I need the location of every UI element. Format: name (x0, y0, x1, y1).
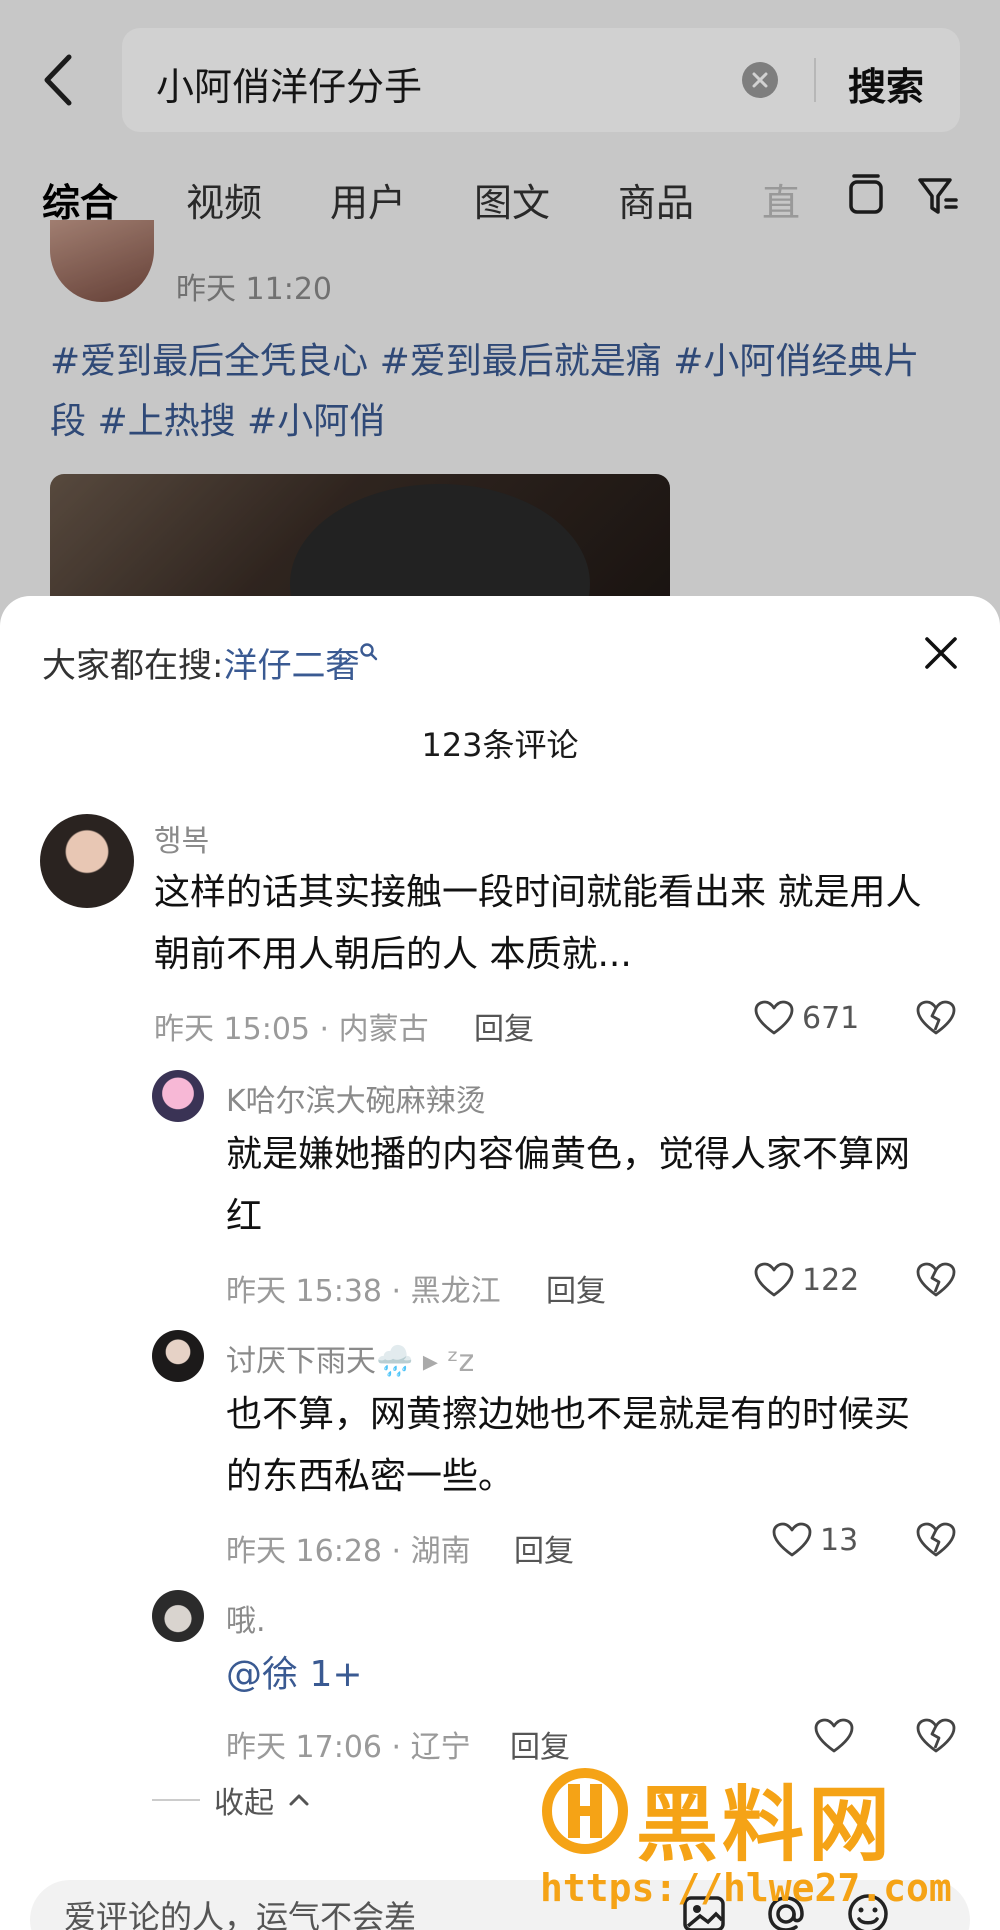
like-button[interactable]: 13 (772, 1522, 858, 1558)
heart-icon (754, 1000, 794, 1035)
comment-input-placeholder: 爱评论的人，运气不会差 (64, 1898, 417, 1930)
heart-icon (772, 1522, 812, 1557)
comment-count: 123条评论 (421, 726, 579, 764)
dim-overlay[interactable] (0, 0, 1000, 640)
heart-icon (814, 1718, 854, 1753)
broken-heart-icon (916, 1718, 956, 1753)
comment-meta: 昨天 16:28 · 湖南 (226, 1534, 471, 1569)
comment-meta: 昨天 15:05 · 内蒙古 (154, 1012, 429, 1047)
search-results-page: 小阿俏洋仔分手 搜索 综合 视频 用户 图文 商品 直 昨天 11:20 #爱到… (0, 0, 1000, 640)
like-count: 13 (820, 1522, 859, 1558)
comment-meta: 昨天 15:38 · 黑龙江 (226, 1274, 501, 1309)
comment-text[interactable]: 这样的话其实接触一段时间就能看出来 就是用人 朝前不用人朝后的人 本质就... (154, 862, 921, 986)
broken-heart-icon (916, 1262, 956, 1297)
like-button[interactable]: 122 (754, 1262, 859, 1298)
comment-author[interactable]: 哦. (226, 1596, 266, 1640)
watermark-url: https://hlwe27.com (540, 1866, 952, 1910)
comment-sheet: 大家都在搜:洋仔二奢 123条评论 행복 这样的话其实接触一段时间就能看出来 就… (0, 596, 1000, 1930)
watermark-title: 黑料网 (636, 1778, 895, 1873)
dislike-button[interactable] (916, 1262, 956, 1302)
heart-icon (754, 1262, 794, 1297)
close-icon (925, 637, 957, 669)
dislike-button[interactable] (916, 1522, 956, 1562)
comment-author[interactable]: K哈尔滨大碗麻辣烫 (226, 1076, 486, 1120)
dislike-button[interactable] (916, 1000, 956, 1040)
avatar[interactable] (152, 1070, 204, 1122)
comment-text[interactable]: 也不算，网黄擦边她也不是就是有的时候买 的东西私密一些。 (226, 1384, 910, 1508)
broken-heart-icon (916, 1522, 956, 1557)
divider (152, 1799, 200, 1801)
trending-search: 大家都在搜:洋仔二奢 (42, 638, 379, 687)
like-count: 671 (802, 1000, 860, 1036)
like-count: 122 (802, 1262, 860, 1298)
close-button[interactable] (918, 630, 964, 676)
trending-link[interactable]: 洋仔二奢 (223, 646, 359, 686)
reply-button[interactable]: 回复 (474, 1004, 534, 1048)
like-button[interactable]: 671 (754, 1000, 859, 1036)
comment-meta: 昨天 17:06 · 辽宁 (226, 1730, 471, 1765)
collapse-label: 收起 (214, 1786, 274, 1821)
like-button[interactable] (814, 1718, 854, 1754)
avatar[interactable] (40, 814, 134, 908)
search-icon (360, 643, 378, 661)
watermark: 黑料网 https://hlwe27.com (540, 1758, 980, 1918)
status-indicator: ▸ ᶻz (422, 1344, 475, 1379)
reply-button[interactable]: 回复 (514, 1526, 574, 1570)
chevron-up-icon (289, 1794, 309, 1806)
comment-author[interactable]: 讨厌下雨天🌧️ ▸ ᶻz (226, 1336, 474, 1380)
comment-text[interactable]: 就是嫌她播的内容偏黄色，觉得人家不算网 红 (226, 1124, 910, 1248)
watermark-logo-icon (542, 1768, 628, 1854)
avatar[interactable] (152, 1590, 204, 1642)
avatar[interactable] (152, 1330, 204, 1382)
reply-button[interactable]: 回复 (546, 1266, 606, 1310)
dislike-button[interactable] (916, 1718, 956, 1758)
collapse-replies-button[interactable]: 收起 (152, 1778, 310, 1822)
broken-heart-icon (916, 1000, 956, 1035)
comment-author[interactable]: 행복 (154, 816, 209, 860)
trending-label: 大家都在搜: (42, 646, 224, 686)
comment-text[interactable]: @徐 1+ (226, 1644, 363, 1706)
